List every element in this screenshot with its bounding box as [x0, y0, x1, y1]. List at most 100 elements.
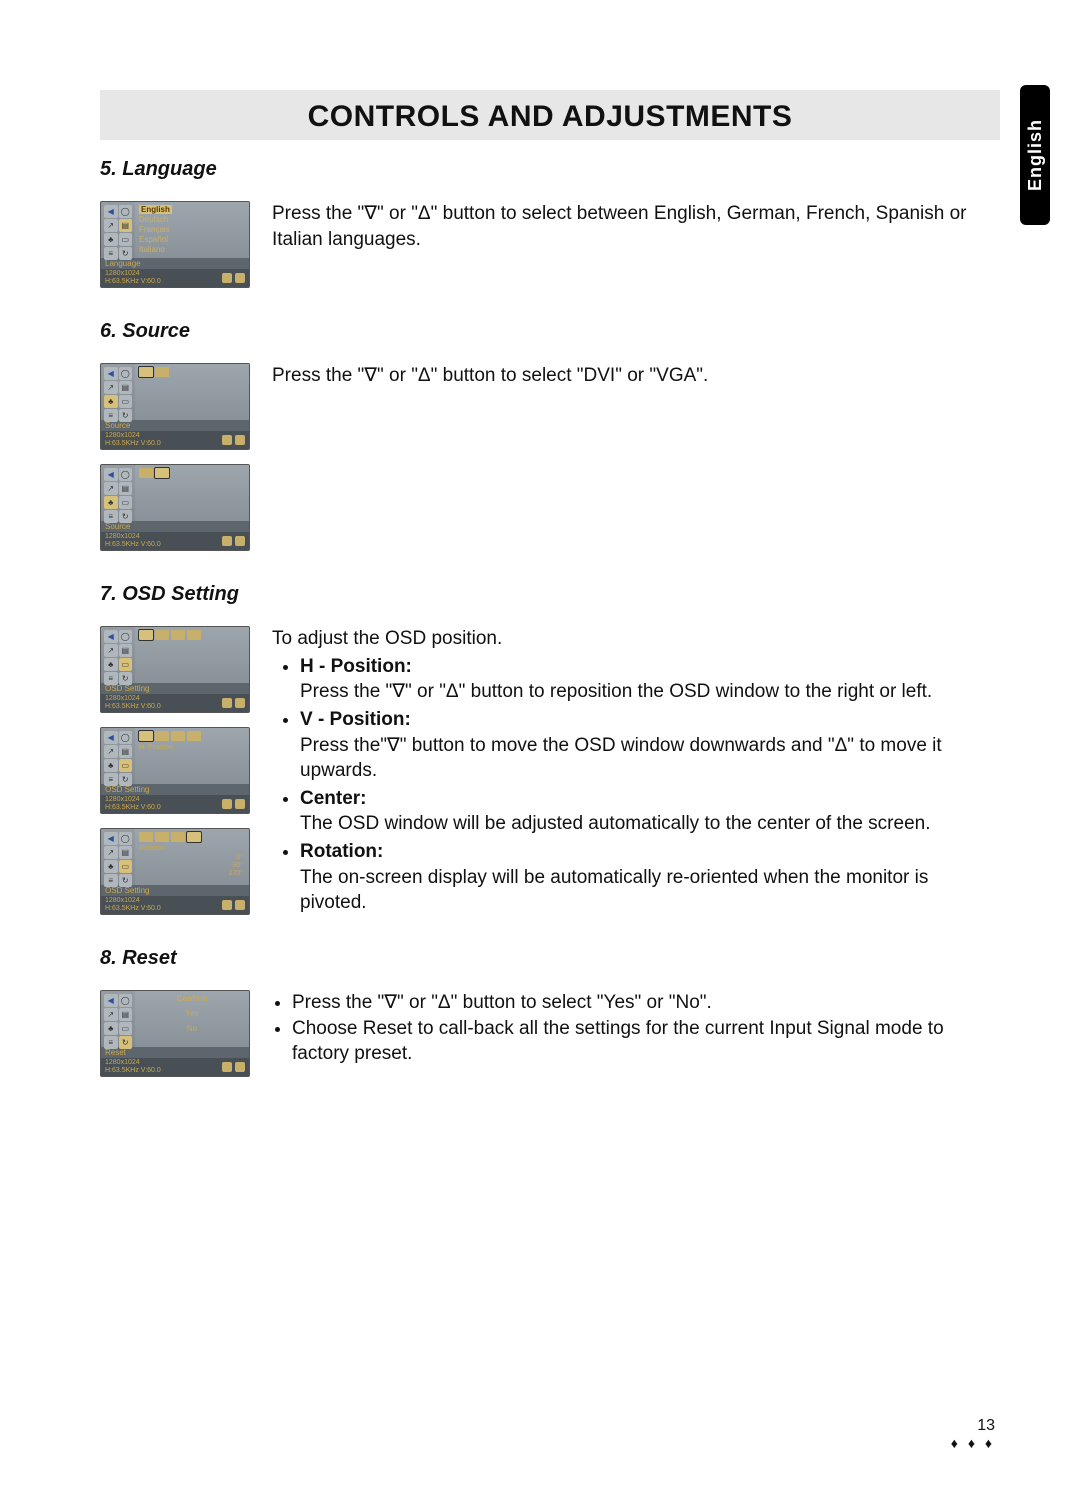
- osd-footer: 1280x1024H:63.5KHz V:60.0: [101, 795, 249, 813]
- osd-panel-osdset-a: ◀◯ ↗▤ ♣▭ ≡↻ OSD Setting 1280x1024H:63.5K…: [100, 626, 250, 713]
- osd-hv: H:63.5KHz V:60.0: [105, 541, 161, 549]
- osd-footer: 1280x1024H:63.5KHz V:60.0: [101, 532, 249, 550]
- osd-language-list: English Deutsch Français Español Italian…: [135, 202, 249, 258]
- osd-title: Source: [101, 420, 249, 431]
- osd-icon-grid: ◀◯ ↗▤ ♣▭ ≡↻: [101, 627, 135, 683]
- section-7-heading: 7. OSD Setting: [100, 583, 1000, 606]
- osd-lang-option: Deutsch: [139, 215, 245, 225]
- bullet-vpos: V - Position:Press the"∇" button to move…: [300, 707, 1000, 784]
- osd-icon-grid: ◀◯ ↗▤ ♣▭ ≡↻: [101, 465, 135, 521]
- language-icon: ▤: [119, 381, 133, 394]
- tool-icon: ↗: [104, 1008, 118, 1021]
- osd-resolution: 1280x1024: [105, 533, 161, 541]
- center-icon: [171, 832, 185, 842]
- screen-icon: ▭: [119, 658, 133, 671]
- vpos-icon: [155, 832, 169, 842]
- speaker-icon: [235, 799, 245, 809]
- section-5-panel-col: ◀◯ ↗▤ ♣▭ ≡↻ English Deutsch Français Esp…: [100, 201, 250, 302]
- osd-resolution: 1280x1024: [105, 695, 161, 703]
- club-icon: ♣: [104, 759, 118, 772]
- tool-icon: ↗: [104, 846, 118, 859]
- volume-icon: ◀: [104, 205, 118, 218]
- vga-icon: [222, 536, 232, 546]
- osd-hv: H:63.5KHz V:60.0: [105, 703, 161, 711]
- speaker-icon: [235, 900, 245, 910]
- center-icon: [171, 731, 185, 741]
- rotation-icon: [187, 731, 201, 741]
- language-icon: ▤: [119, 644, 133, 657]
- osd-hv: H:63.5KHz V:60.0: [105, 1067, 161, 1075]
- section-8-heading: 8. Reset: [100, 947, 1000, 970]
- osd-resolution: 1280x1024: [105, 270, 161, 278]
- section-7: ◀◯ ↗▤ ♣▭ ≡↻ OSD Setting 1280x1024H:63.5K…: [100, 626, 1000, 929]
- club-icon: ♣: [104, 233, 118, 246]
- club-icon: ♣: [104, 395, 118, 408]
- rot-opt: 0°: [139, 854, 243, 862]
- language-icon: ▤: [119, 846, 133, 859]
- osd-footer: 1280x1024H:63.5KHz V:60.0: [101, 1058, 249, 1076]
- section-7-intro: To adjust the OSD position.: [272, 626, 1000, 652]
- screen-icon: ▭: [119, 1022, 133, 1035]
- osd-lang-option: Italiano: [139, 245, 245, 255]
- vpos-icon: [155, 630, 169, 640]
- brightness-icon: ◯: [119, 994, 133, 1007]
- section-8-text: Press the "∇" or "Δ" button to select "Y…: [250, 990, 1000, 1067]
- source-dvi-icon: [155, 367, 169, 377]
- brightness-icon: ◯: [119, 832, 133, 845]
- brightness-icon: ◯: [119, 630, 133, 643]
- section-6-text: Press the "∇" or "Δ" button to select "D…: [250, 363, 1000, 389]
- osd-resolution: 1280x1024: [105, 432, 161, 440]
- page-number: 13: [951, 1417, 995, 1435]
- speaker-icon: [235, 273, 245, 283]
- osd-icon-grid: ◀◯ ↗▤ ♣▭ ≡↻: [101, 829, 135, 885]
- rotation-icon: [187, 630, 201, 640]
- osd-panel-language: ◀◯ ↗▤ ♣▭ ≡↻ English Deutsch Français Esp…: [100, 201, 250, 288]
- osd-title: Source: [101, 521, 249, 532]
- rotation-icon: [187, 832, 201, 842]
- osd-icon-grid: ◀◯ ↗▤ ♣▭ ≡↻: [101, 364, 135, 420]
- vga-icon: [222, 900, 232, 910]
- language-icon: ▤: [119, 219, 133, 232]
- screen-icon: ▭: [119, 759, 133, 772]
- osd-title: OSD Setting: [101, 784, 249, 795]
- reset-yes: Yes: [139, 1009, 245, 1019]
- reset-no: No: [139, 1024, 245, 1034]
- osd-title: OSD Setting: [101, 683, 249, 694]
- osd-icon-grid: ◀◯ ↗▤ ♣▭ ≡↻: [101, 202, 135, 258]
- osd-sublabel: H. Position: [139, 743, 245, 753]
- tool-icon: ↗: [104, 745, 118, 758]
- section-8: ◀◯ ↗▤ ♣▭ ≡↻ Confirm Yes No Reset 1280x10…: [100, 990, 1000, 1091]
- osd-reset-content: Confirm Yes No: [135, 991, 249, 1047]
- section-8-panel-col: ◀◯ ↗▤ ♣▭ ≡↻ Confirm Yes No Reset 1280x10…: [100, 990, 250, 1091]
- osd-hv: H:63.5KHz V:60.0: [105, 440, 161, 448]
- rot-opt: 270°: [139, 870, 243, 878]
- osd-title: OSD Setting: [101, 885, 249, 896]
- club-icon: ♣: [104, 496, 118, 509]
- brightness-icon: ◯: [119, 367, 133, 380]
- volume-icon: ◀: [104, 468, 118, 481]
- osd-osdset-content: Rotation 0° 90° 270°: [135, 829, 249, 885]
- osd-title: Language: [101, 258, 249, 269]
- osd-footer: 1280x1024H:63.5KHz V:60.0: [101, 431, 249, 449]
- osd-icon-grid: ◀◯ ↗▤ ♣▭ ≡↻: [101, 991, 135, 1047]
- section-6-heading: 6. Source: [100, 320, 1000, 343]
- osd-hv: H:63.5KHz V:60.0: [105, 804, 161, 812]
- tool-icon: ↗: [104, 219, 118, 232]
- osd-icon-grid: ◀◯ ↗▤ ♣▭ ≡↻: [101, 728, 135, 784]
- speaker-icon: [235, 536, 245, 546]
- source-vga-icon: [139, 468, 153, 478]
- tool-icon: ↗: [104, 482, 118, 495]
- bullet-rotation: Rotation:The on-screen display will be a…: [300, 839, 1000, 916]
- screen-icon: ▭: [119, 395, 133, 408]
- section-5: ◀◯ ↗▤ ♣▭ ≡↻ English Deutsch Français Esp…: [100, 201, 1000, 302]
- bullet-label: Rotation:: [300, 841, 383, 862]
- footer-decor: ♦ ♦ ♦: [951, 1435, 995, 1451]
- vga-icon: [222, 698, 232, 708]
- osd-panel-osdset-b: ◀◯ ↗▤ ♣▭ ≡↻ H. Position OSD Setting 1280…: [100, 727, 250, 814]
- center-icon: [171, 630, 185, 640]
- osd-resolution: 1280x1024: [105, 796, 161, 804]
- brightness-icon: ◯: [119, 205, 133, 218]
- page-title: CONTROLS AND ADJUSTMENTS: [100, 90, 1000, 140]
- vga-icon: [222, 1062, 232, 1072]
- vga-icon: [222, 435, 232, 445]
